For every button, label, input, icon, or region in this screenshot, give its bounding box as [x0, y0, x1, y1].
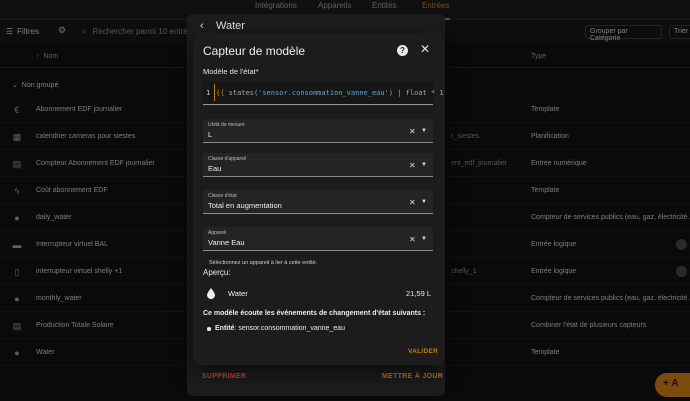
field-value: Total en augmentation [208, 201, 282, 210]
listen-description: Ce modèle écoute les événements de chang… [203, 310, 426, 317]
app-root: Intégrations Appareils Entités Entrées ☰… [0, 0, 690, 401]
field-label: Classe d'état [208, 193, 237, 199]
preview-label: Aperçu: [203, 268, 231, 277]
update-button[interactable]: METTRE À JOUR [382, 373, 443, 380]
listen-entity-prefix: Entité [215, 325, 235, 332]
template-code-editor[interactable]: 1 {{ states('sensor.consommation_vanne_e… [203, 81, 445, 105]
device-class-select[interactable]: Classe d'appareil Eau ✕ ▼ [203, 153, 433, 177]
clear-icon[interactable]: ✕ [409, 198, 416, 207]
field-value: Eau [208, 164, 222, 173]
code-cursor [214, 84, 215, 101]
clear-icon[interactable]: ✕ [409, 235, 416, 244]
clear-icon[interactable]: ✕ [409, 161, 416, 170]
state-class-select[interactable]: Classe d'état Total en augmentation ✕ ▼ [203, 190, 433, 214]
code-line-number: 1 [206, 89, 211, 97]
water-drop-icon [207, 288, 215, 299]
dialog-title: Capteur de modèle [203, 44, 306, 58]
device-select[interactable]: Appareil Vanne Eau ✕ ▼ [203, 227, 433, 251]
device-helper-text: Sélectionnez un appareil à lier à cette … [209, 260, 318, 266]
back-arrow-icon[interactable]: ‹ [200, 20, 204, 32]
preview-row: Water 21,59 L [203, 285, 433, 303]
code-function: states( [228, 89, 259, 97]
listen-entity-item: Entité: sensor.consommation_vanne_eau [215, 325, 345, 332]
code-rest: ) | float * 1) [388, 89, 445, 97]
template-label: Modèle de l'état* [203, 67, 259, 76]
preview-entity-value: 21,59 L [405, 289, 431, 298]
field-label: Classe d'appareil [208, 156, 247, 162]
preview-entity-name: Water [228, 289, 248, 298]
close-icon[interactable]: ✕ [420, 42, 430, 56]
clear-icon[interactable]: ✕ [409, 127, 416, 136]
code-text: {{ states('sensor.consommation_vanne_eau… [216, 89, 445, 97]
field-label: Unité de mesure [208, 122, 245, 128]
field-label: Appareil [208, 230, 227, 236]
code-open-brace: {{ [216, 89, 229, 97]
listen-entity-id: : sensor.consommation_vanne_eau [234, 325, 345, 332]
template-sensor-dialog: Capteur de modèle ? ✕ Modèle de l'état* … [193, 33, 445, 365]
dropdown-arrow-icon[interactable]: ▼ [421, 162, 427, 168]
delete-button[interactable]: SUPPRIMER [202, 373, 246, 380]
dropdown-arrow-icon[interactable]: ▼ [421, 128, 427, 134]
field-value: Vanne Eau [208, 238, 245, 247]
help-icon[interactable]: ? [397, 45, 408, 56]
code-string: 'sensor.consommation_vanne_eau' [258, 89, 389, 97]
bullet [207, 327, 211, 331]
unit-of-measurement-select[interactable]: Unité de mesure L ✕ ▼ [203, 119, 433, 143]
validate-button[interactable]: VALIDER [408, 348, 438, 355]
dropdown-arrow-icon[interactable]: ▼ [421, 236, 427, 242]
entity-dialog-title: Water [216, 20, 245, 32]
dropdown-arrow-icon[interactable]: ▼ [421, 199, 427, 205]
field-value: L [208, 130, 213, 139]
